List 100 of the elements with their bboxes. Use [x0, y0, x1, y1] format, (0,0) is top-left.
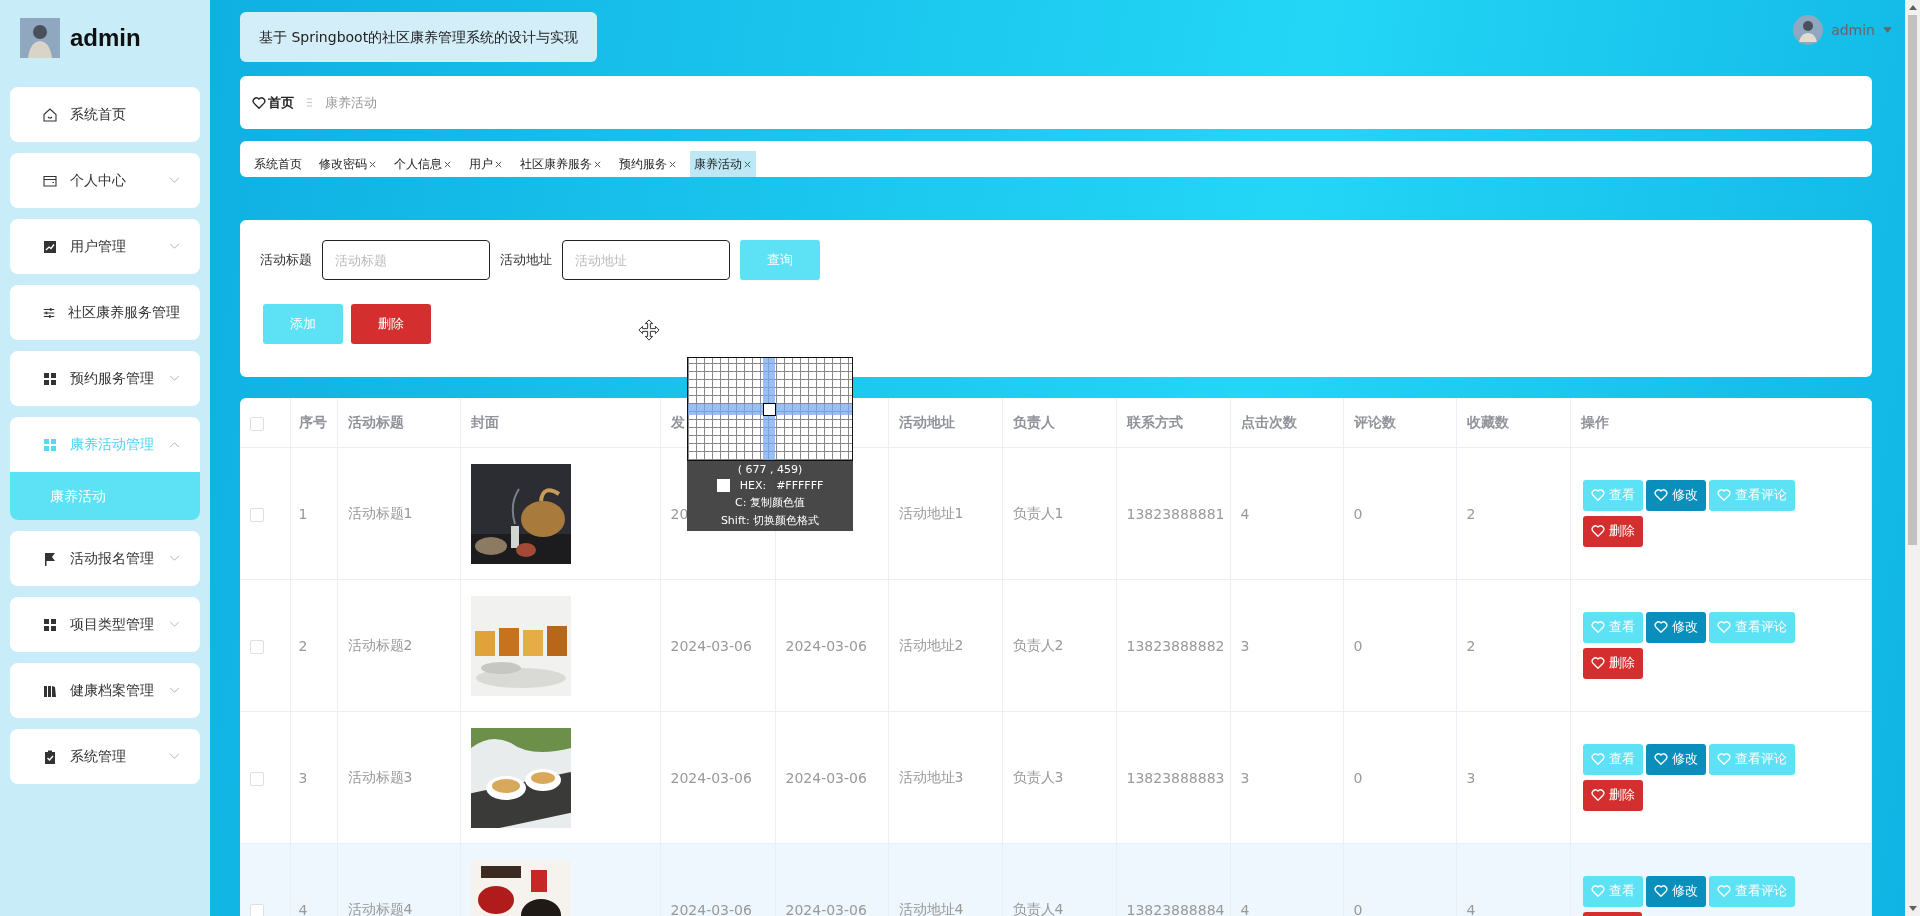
checkbox[interactable] [250, 416, 264, 431]
color-swatch [716, 479, 730, 492]
chevron-icon [169, 243, 180, 250]
date-cell: 2024-03-06 [670, 637, 752, 654]
sidebar-item[interactable]: 健康档案管理 [10, 663, 200, 718]
tab[interactable]: 社区康养服务 [516, 151, 606, 177]
search-field[interactable]: 活动地址 [562, 240, 730, 280]
sidebar-item[interactable]: 个人中心 [10, 153, 200, 208]
delete-button[interactable]: 删除 [1582, 515, 1643, 547]
date-cell: 2024-03-06 [670, 901, 752, 916]
title-cell: 活动标题2 [347, 636, 413, 653]
tab[interactable]: 预约服务 [615, 151, 681, 177]
sidebar-item[interactable]: 项目类型管理 [10, 597, 200, 652]
heart-icon [1590, 488, 1605, 502]
edit-button[interactable]: 修改 [1645, 611, 1706, 643]
close-icon[interactable] [368, 159, 377, 169]
sidebar-item[interactable]: 社区康养服务管理 [10, 285, 200, 340]
close-icon[interactable] [494, 159, 503, 169]
breadcrumb-home[interactable]: 首页 [268, 93, 294, 112]
phone-cell: 13823888884 [1126, 901, 1225, 916]
tab[interactable]: 系统首页 [250, 151, 306, 177]
phone-cell: 13823888882 [1126, 637, 1225, 654]
field-label: 活动地址 [500, 251, 552, 269]
chevron-icon [169, 555, 180, 562]
heart-icon [1590, 620, 1605, 634]
checkbox[interactable] [250, 903, 264, 916]
hex-value: #FFFFFF [776, 479, 824, 492]
address-cell: 活动地址1 [898, 504, 964, 521]
close-icon[interactable] [593, 159, 602, 169]
comments-cell: 0 [1353, 637, 1363, 654]
heart-icon [1653, 752, 1668, 766]
search-field[interactable]: 活动标题 [322, 240, 490, 280]
checkbox[interactable] [250, 771, 264, 786]
close-icon[interactable] [668, 159, 677, 169]
chevron-icon [169, 177, 180, 184]
avatar-icon [20, 18, 60, 58]
column-header: 负责人 [1012, 413, 1055, 430]
scroll-up-icon[interactable] [1908, 5, 1917, 10]
user-menu[interactable]: admin [1831, 22, 1875, 38]
phone-cell: 13823888883 [1126, 769, 1225, 786]
favorites-cell: 2 [1466, 505, 1476, 522]
manager-cell: 负责人3 [1012, 768, 1064, 785]
delete-button[interactable]: 删除 [351, 304, 431, 344]
grid-icon [42, 370, 58, 387]
tab[interactable]: 康养活动 [690, 151, 756, 177]
grid-icon [42, 616, 58, 633]
heart-icon [1716, 884, 1731, 898]
scroll-down-icon[interactable] [1908, 906, 1917, 911]
manager-cell: 负责人2 [1012, 636, 1064, 653]
date-cell: 2024-03-06 [670, 769, 752, 786]
sidebar-item[interactable]: 用户管理 [10, 219, 200, 274]
heart-icon [1716, 488, 1731, 502]
title-cell: 活动标题4 [347, 900, 413, 916]
sidebar-item[interactable]: 系统管理 [10, 729, 200, 784]
scrollbar[interactable] [1905, 0, 1920, 916]
column-header: 点击次数 [1240, 413, 1297, 430]
heart-icon [1653, 488, 1668, 502]
heart-icon [1653, 620, 1668, 634]
date-cell: 2024-03-06 [785, 769, 867, 786]
clicks-cell: 4 [1240, 901, 1250, 916]
clicks-cell: 3 [1240, 637, 1250, 654]
delete-button[interactable]: 删除 [1582, 779, 1643, 811]
tab[interactable]: 个人信息 [390, 151, 456, 177]
sidebar-item[interactable]: 预约服务管理 [10, 351, 200, 406]
index-cell: 3 [298, 769, 308, 786]
phone-cell: 13823888881 [1126, 505, 1225, 522]
hex-label: HEX: [739, 479, 767, 492]
title-cell: 活动标题1 [347, 504, 413, 521]
date-cell: 2024-03-06 [785, 637, 867, 654]
breadcrumb-current: 康养活动 [325, 93, 377, 112]
separator-icon [307, 97, 312, 108]
index-cell: 2 [298, 637, 308, 654]
system-title: 基于 Springboot的社区康养管理系统的设计与实现 [240, 12, 598, 62]
delete-button[interactable]: 删除 [1582, 647, 1643, 679]
close-icon[interactable] [743, 159, 752, 169]
tab[interactable]: 修改密码 [315, 151, 381, 177]
heart-icon [252, 95, 266, 110]
edit-button[interactable]: 修改 [1645, 479, 1706, 511]
flag-icon [42, 550, 58, 567]
title-cell: 活动标题3 [347, 768, 413, 785]
edit-button[interactable]: 修改 [1645, 743, 1706, 775]
manager-cell: 负责人1 [1012, 504, 1064, 521]
comments-cell: 0 [1353, 769, 1363, 786]
date-cell: 2024-03-06 [785, 901, 867, 916]
tab[interactable]: 用户 [465, 151, 507, 177]
address-cell: 活动地址4 [898, 900, 964, 916]
edit-button[interactable]: 修改 [1645, 875, 1706, 907]
column-header: 发 [670, 413, 685, 430]
sidebar-item[interactable]: 活动报名管理 [10, 531, 200, 586]
shortcut-hint: Shift: 切换颜色格式 [720, 513, 820, 528]
caret-icon[interactable] [1883, 27, 1892, 33]
manager-cell: 负责人4 [1012, 900, 1064, 916]
close-icon[interactable] [443, 159, 452, 169]
column-header: 收藏数 [1466, 413, 1509, 430]
clicks-cell: 4 [1240, 505, 1250, 522]
checkbox[interactable] [250, 507, 264, 522]
grid-icon [42, 436, 58, 453]
checkbox[interactable] [250, 639, 264, 654]
sidebar-item[interactable]: 系统首页 [10, 87, 200, 142]
column-header: 操作 [1580, 413, 1609, 430]
